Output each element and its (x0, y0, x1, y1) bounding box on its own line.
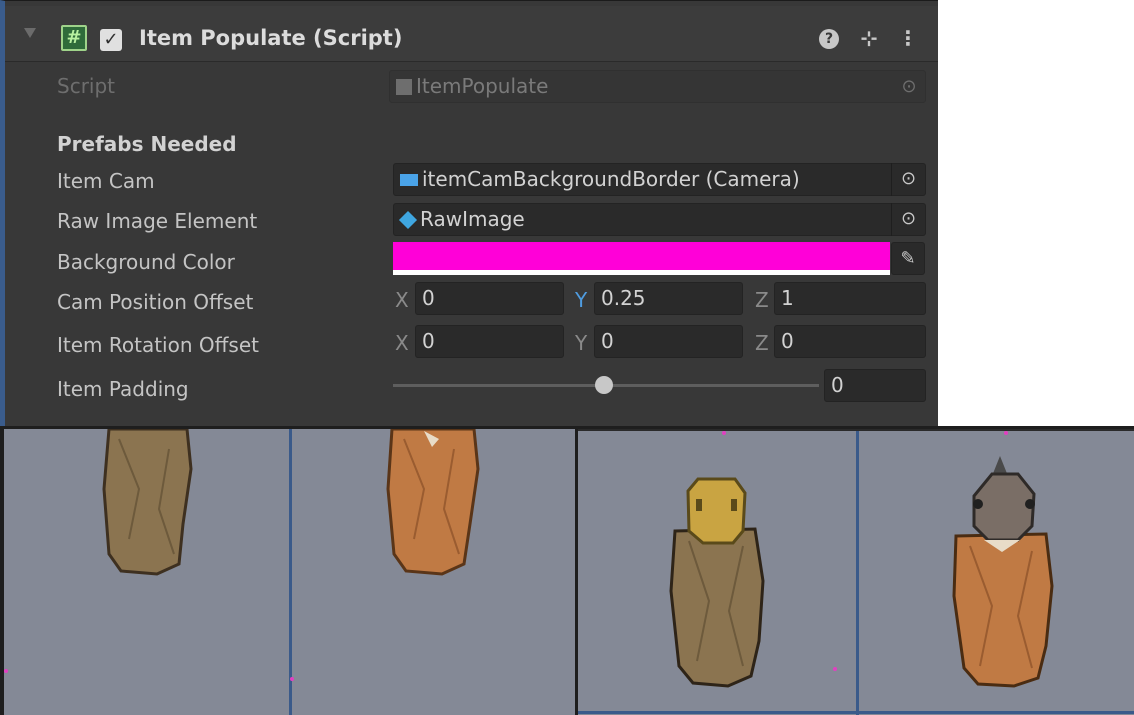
item-rotation-vector: X 0 Y 0 Z 0 (393, 325, 926, 359)
render-preview-area (0, 426, 1134, 715)
corner-marker (4, 669, 8, 673)
corner-marker (722, 431, 726, 435)
viewport-divider (289, 429, 292, 715)
help-icon[interactable]: ? (819, 29, 839, 49)
enabled-checkbox[interactable]: ✓ (100, 29, 122, 51)
item-cam-label: Item Cam (57, 169, 155, 193)
script-field: ItemPopulate (389, 70, 926, 103)
component-header[interactable]: # ✓ Item Populate (Script) ? ⊹ ⋮ (5, 6, 938, 62)
camera-icon (400, 174, 418, 186)
raw-image-label: Raw Image Element (57, 209, 258, 233)
script-label: Script (57, 74, 116, 98)
item-padding-slider-thumb[interactable] (595, 376, 613, 394)
item-rot-y-input[interactable]: 0 (594, 325, 743, 358)
item-render-orange-sleeping-bag (386, 429, 480, 576)
cam-position-vector: X 0 Y 0.25 Z 1 (393, 282, 926, 316)
item-cam-field[interactable]: itemCamBackgroundBorder (Camera) (393, 163, 926, 196)
presets-icon[interactable]: ⊹ (858, 26, 880, 50)
component-title: Item Populate (Script) (139, 26, 403, 50)
item-rot-z-input[interactable]: 0 (774, 325, 926, 358)
cam-pos-y-axis-label[interactable]: Y (575, 288, 587, 312)
item-rot-y-axis-label[interactable]: Y (575, 331, 587, 355)
viewport-left (4, 429, 575, 715)
corner-marker (290, 677, 294, 681)
item-render-lizard-in-bag (669, 477, 765, 688)
item-padding-input[interactable]: 0 (824, 369, 926, 402)
context-menu-icon[interactable]: ⋮ (897, 26, 919, 50)
cam-pos-x-input[interactable]: 0 (415, 282, 564, 315)
cube-icon (398, 210, 418, 230)
section-header-prefabs: Prefabs Needed (57, 132, 237, 156)
script-file-icon (396, 79, 412, 95)
cam-pos-y-input[interactable]: 0.25 (594, 282, 743, 315)
item-render-fish-in-bag (952, 456, 1054, 688)
cam-position-label: Cam Position Offset (57, 290, 254, 314)
cam-pos-z-input[interactable]: 1 (774, 282, 926, 315)
item-cam-picker-icon[interactable]: ⊙ (891, 163, 925, 196)
eyedropper-icon[interactable]: ✎ (891, 242, 925, 275)
item-rot-x-axis-label[interactable]: X (395, 331, 409, 355)
background-color-swatch[interactable] (393, 242, 890, 275)
viewport-divider (856, 431, 859, 715)
item-cam-value: itemCamBackgroundBorder (Camera) (422, 167, 800, 191)
corner-marker (833, 667, 837, 671)
raw-image-field[interactable]: RawImage (393, 203, 926, 236)
script-picker-icon: ⊙ (901, 76, 917, 97)
foldout-arrow-icon[interactable] (24, 28, 36, 38)
viewport-right (578, 429, 1134, 715)
viewport-bottom-border (578, 711, 1134, 714)
script-value: ItemPopulate (416, 74, 549, 98)
item-render-brown-sleeping-bag (102, 429, 193, 576)
cam-pos-x-axis-label[interactable]: X (395, 288, 409, 312)
background-color-label: Background Color (57, 250, 235, 274)
corner-marker (1004, 431, 1008, 435)
inspector-panel: # ✓ Item Populate (Script) ? ⊹ ⋮ Script … (0, 0, 938, 426)
script-icon: # (61, 25, 87, 51)
raw-image-picker-icon[interactable]: ⊙ (891, 203, 925, 236)
item-rotation-label: Item Rotation Offset (57, 333, 259, 357)
cam-pos-z-axis-label[interactable]: Z (755, 288, 769, 312)
item-rot-z-axis-label[interactable]: Z (755, 331, 769, 355)
raw-image-value: RawImage (420, 207, 525, 231)
item-rot-x-input[interactable]: 0 (415, 325, 564, 358)
item-padding-label: Item Padding (57, 377, 189, 401)
